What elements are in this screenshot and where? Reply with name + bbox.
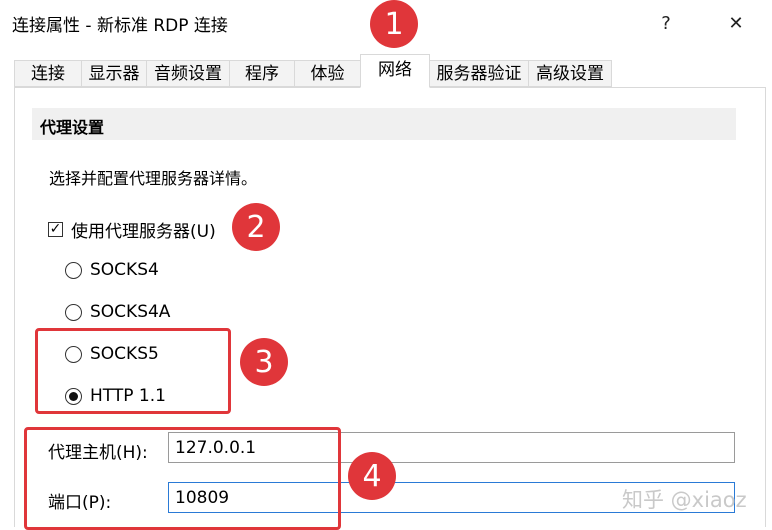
radio-socks4a[interactable]: SOCKS4A — [65, 300, 170, 324]
tab-display[interactable]: 显示器 — [81, 60, 147, 87]
annotation-badge-3: 3 — [240, 338, 288, 386]
radio-button-selected[interactable] — [65, 387, 82, 405]
proxy-section-header: 代理设置 — [32, 108, 736, 140]
tab-advanced[interactable]: 高级设置 — [528, 60, 612, 87]
radio-http11[interactable]: HTTP 1.1 — [65, 384, 166, 408]
radio-button[interactable] — [65, 261, 82, 279]
use-proxy-checkbox-row[interactable]: ✓ 使用代理服务器(U) — [48, 217, 216, 242]
radio-socks4[interactable]: SOCKS4 — [65, 258, 159, 282]
tab-connection[interactable]: 连接 — [14, 60, 82, 87]
tab-strip: 连接 显示器 音频设置 程序 体验 网络 服务器验证 高级设置 — [0, 46, 772, 88]
radio-label: SOCKS5 — [90, 344, 159, 364]
radio-label: SOCKS4A — [90, 302, 171, 322]
annotation-badge-4: 4 — [348, 452, 396, 500]
use-proxy-label: 使用代理服务器(U) — [71, 221, 216, 242]
annotation-badge-1: 1 — [370, 0, 418, 48]
use-proxy-checkbox[interactable]: ✓ — [48, 220, 63, 237]
radio-dot-icon — [69, 391, 78, 401]
radio-label: HTTP 1.1 — [90, 386, 166, 406]
proxy-port-label: 端口(P): — [48, 493, 112, 513]
tab-experience[interactable]: 体验 — [294, 60, 361, 87]
radio-button[interactable] — [65, 303, 82, 321]
tab-network[interactable]: 网络 — [360, 54, 430, 88]
help-button[interactable]: ? — [644, 6, 688, 40]
close-icon: ✕ — [728, 12, 744, 34]
proxy-host-input[interactable] — [168, 432, 735, 463]
tab-audio[interactable]: 音频设置 — [146, 60, 230, 87]
help-icon: ? — [661, 12, 671, 34]
annotation-badge-2: 2 — [232, 203, 280, 251]
watermark: 知乎 @xiaoz — [622, 488, 747, 512]
proxy-host-label: 代理主机(H): — [48, 443, 148, 463]
section-title: 代理设置 — [40, 118, 105, 137]
tab-programs[interactable]: 程序 — [229, 60, 295, 87]
window-title: 连接属性 - 新标准 RDP 连接 — [12, 16, 228, 36]
tab-server-auth[interactable]: 服务器验证 — [429, 60, 529, 87]
checkmark-icon: ✓ — [49, 220, 62, 237]
close-button[interactable]: ✕ — [714, 6, 758, 40]
radio-label: SOCKS4 — [90, 260, 159, 280]
proxy-description: 选择并配置代理服务器详情。 — [49, 169, 258, 188]
radio-button[interactable] — [65, 345, 82, 363]
radio-socks5[interactable]: SOCKS5 — [65, 342, 159, 366]
